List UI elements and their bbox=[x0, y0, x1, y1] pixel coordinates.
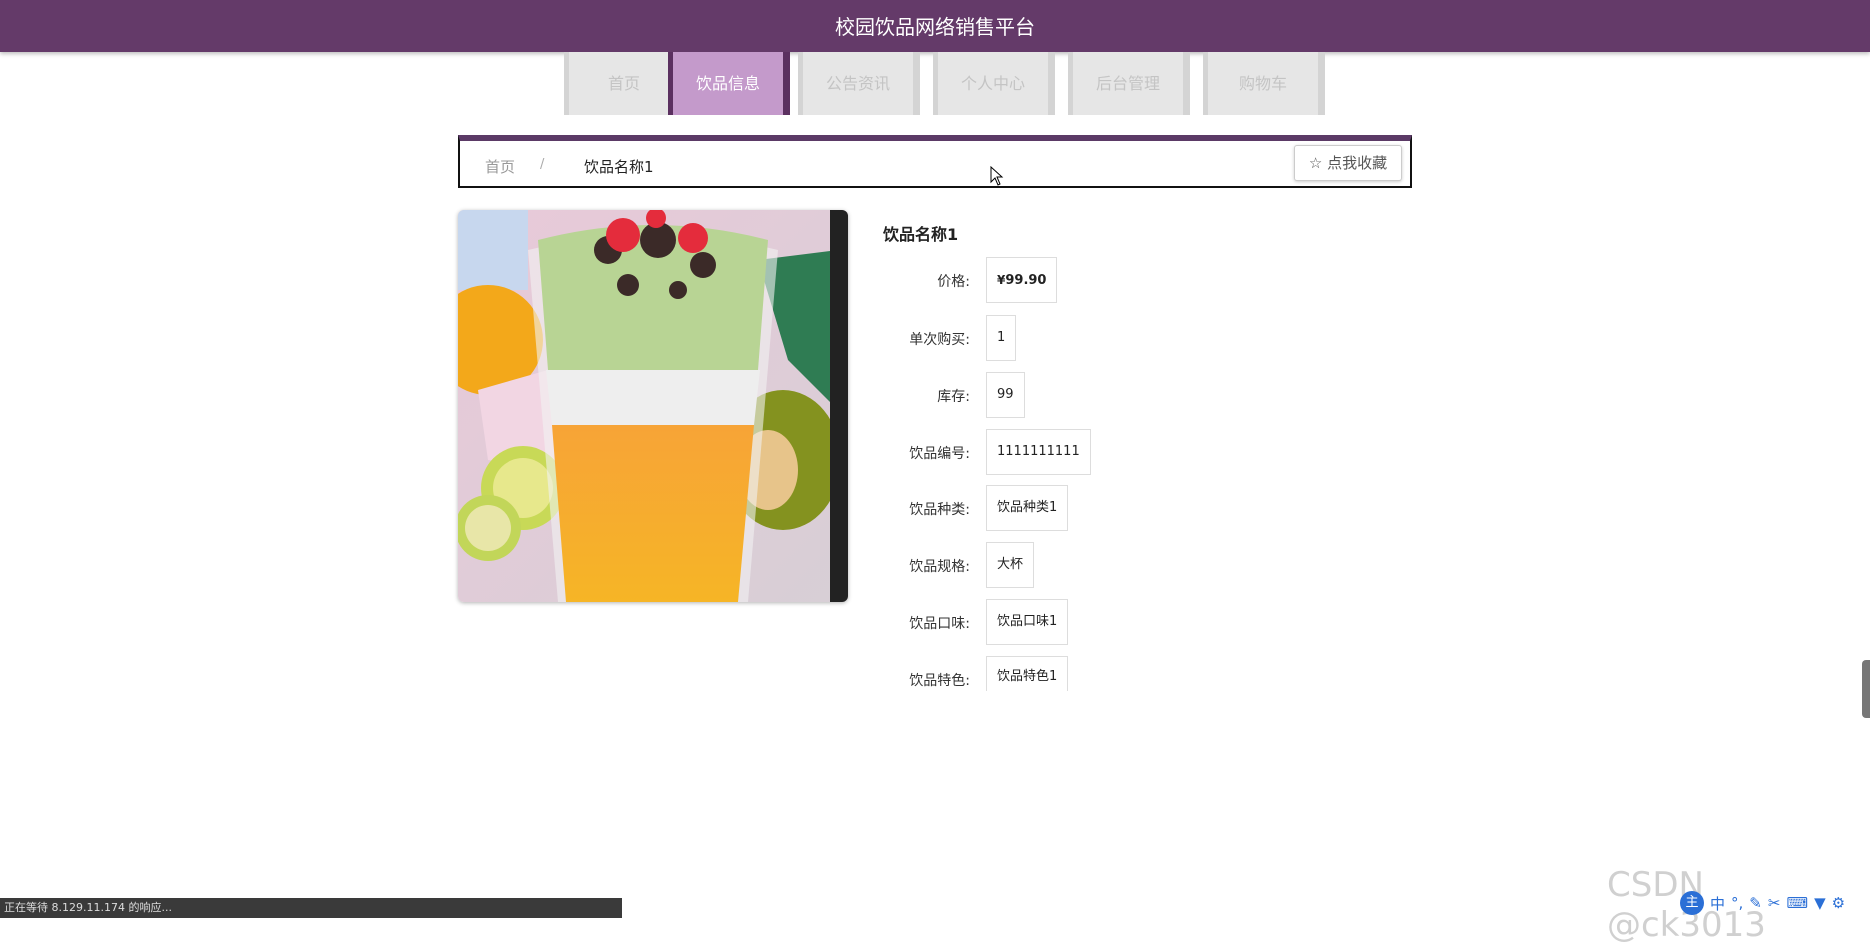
side-scroll-handle[interactable] bbox=[1862, 660, 1870, 718]
field-value: 饮品种类1 bbox=[986, 485, 1069, 531]
field-row: 饮品规格: 大杯 bbox=[880, 542, 1090, 588]
field-row: 库存: 99 bbox=[880, 372, 1090, 418]
ime-toolbar[interactable]: 主 中 °, ✎ ✂ ⌨ ▼ ⚙ bbox=[1680, 890, 1845, 916]
breadcrumb-separator: / bbox=[540, 157, 545, 172]
price-amount: 99.90 bbox=[1005, 273, 1047, 288]
product-image bbox=[458, 210, 848, 602]
breadcrumb-home[interactable]: 首页 bbox=[485, 156, 515, 177]
favorite-button[interactable]: ☆ 点我收藏 bbox=[1294, 145, 1402, 181]
field-label: 单次购买: bbox=[909, 332, 970, 348]
field-row: 饮品口味: 饮品口味1 bbox=[880, 599, 1090, 645]
price-row: 价格: ¥99.90 bbox=[880, 257, 1090, 303]
breadcrumb-current: 饮品名称1 bbox=[584, 158, 654, 176]
field-value: 1111111111 bbox=[986, 429, 1091, 475]
field-label: 饮品种类: bbox=[909, 502, 970, 518]
scissors-icon[interactable]: ✂ bbox=[1768, 894, 1781, 912]
ime-logo-icon[interactable]: 主 bbox=[1680, 891, 1704, 915]
nav-drink-info[interactable]: 饮品信息 bbox=[668, 52, 790, 115]
status-bar: 正在等待 8.129.11.174 的响应... bbox=[0, 898, 622, 918]
field-row: 饮品种类: 饮品种类1 bbox=[880, 485, 1090, 531]
nav-personal-center[interactable]: 个人中心 bbox=[933, 52, 1055, 115]
nav-announcements[interactable]: 公告资讯 bbox=[798, 52, 920, 115]
breadcrumb: 首页 / 饮品名称1 ☆ 点我收藏 bbox=[458, 135, 1412, 188]
field-label: 饮品编号: bbox=[909, 446, 970, 462]
field-row: 单次购买: 1 bbox=[880, 315, 1090, 361]
gear-icon[interactable]: ⚙ bbox=[1832, 894, 1845, 912]
site-header: 校园饮品网络销售平台 bbox=[0, 0, 1870, 52]
quantity-input[interactable]: 1 bbox=[986, 315, 1017, 361]
price-label: 价格: bbox=[937, 274, 970, 290]
product-name: 饮品名称1 bbox=[883, 225, 959, 244]
mouse-cursor-icon bbox=[990, 165, 1004, 190]
field-value: 饮品特色1 bbox=[986, 656, 1069, 691]
ime-mode[interactable]: 中 bbox=[1710, 893, 1725, 914]
field-label: 饮品规格: bbox=[909, 559, 970, 575]
nav-cart[interactable]: 购物车 bbox=[1203, 52, 1325, 115]
keyboard-icon[interactable]: ⌨ bbox=[1786, 894, 1808, 912]
site-title: 校园饮品网络销售平台 bbox=[835, 15, 1035, 39]
pen-icon[interactable]: ✎ bbox=[1749, 894, 1762, 912]
field-label: 库存: bbox=[937, 389, 970, 405]
field-value: 大杯 bbox=[986, 542, 1035, 588]
main-nav: 首页 饮品信息 公告资讯 个人中心 后台管理 购物车 bbox=[0, 52, 1870, 115]
field-value: 饮品口味1 bbox=[986, 599, 1069, 645]
field-label: 饮品特色: bbox=[909, 673, 970, 689]
price-value: ¥99.90 bbox=[986, 257, 1058, 303]
shirt-icon[interactable]: ▼ bbox=[1814, 894, 1826, 912]
field-value: 99 bbox=[986, 372, 1025, 418]
field-row: 饮品编号: 1111111111 bbox=[880, 429, 1091, 475]
field-label: 饮品口味: bbox=[909, 616, 970, 632]
nav-admin[interactable]: 后台管理 bbox=[1068, 52, 1190, 115]
punctuation-icon[interactable]: °, bbox=[1731, 894, 1743, 912]
field-row: 饮品特色: 饮品特色1 bbox=[880, 656, 1090, 702]
